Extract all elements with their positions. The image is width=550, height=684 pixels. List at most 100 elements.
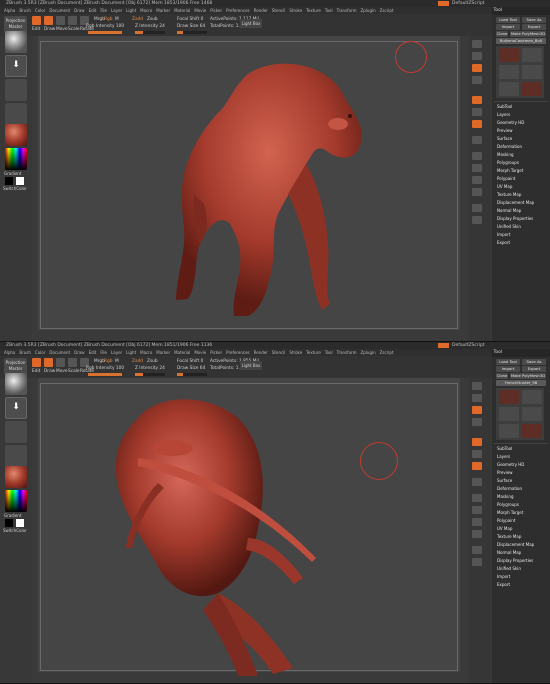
load-tool-button[interactable]: Load Tool [496,359,520,365]
tool-thumb-sphere[interactable] [499,407,519,421]
menu-marker[interactable]: Marker [156,350,170,355]
section-deformation[interactable]: Deformation [497,144,522,149]
section-uv-map[interactable]: UV Map [497,526,512,531]
menu-zplugin[interactable]: Zplugin [361,8,376,13]
draw-button[interactable] [44,358,53,367]
section-subtool[interactable]: SubTool [497,104,512,109]
menu-alpha[interactable]: Alpha [4,350,15,355]
menu-material[interactable]: Material [174,8,190,13]
material-icon[interactable] [5,466,27,488]
focal-shift-label[interactable]: Focal Shift 0 [177,17,203,22]
section-geometry-hd[interactable]: Geometry HD [497,120,524,125]
main-color-swatch[interactable] [16,177,24,185]
focal-shift-label[interactable]: Focal Shift 0 [177,359,203,364]
menu-macro[interactable]: Macro [140,350,152,355]
menu-movie[interactable]: Movie [194,8,206,13]
rgb-intensity-label[interactable]: Rgb Intensity 100 [86,366,124,371]
menu-color[interactable]: Color [35,350,45,355]
menu-color[interactable]: Color [35,8,45,13]
tool-thumb-polymesh[interactable] [522,65,542,79]
make-polymesh-button[interactable]: Make PolyMesh3D [510,373,546,379]
menu-layer[interactable]: Layer [111,8,122,13]
menu-preferences[interactable]: Preferences [226,350,250,355]
tool-thumb-sphere[interactable] [499,65,519,79]
section-masking[interactable]: Masking [497,494,514,499]
z-intensity-label[interactable]: Z Intensity 24 [135,366,165,371]
section-polygroups[interactable]: Polygroups [497,502,519,507]
menu-zplugin[interactable]: Zplugin [361,350,376,355]
edit-button[interactable] [32,16,41,25]
menu-brush[interactable]: Brush [19,350,31,355]
gradient-label[interactable]: Gradient [4,513,21,518]
menu-zscript[interactable]: Zscript [380,8,394,13]
persp-button[interactable] [472,96,482,104]
draw-size-slider[interactable] [177,31,207,34]
move-view-button[interactable] [472,164,482,172]
section-surface[interactable]: Surface [497,136,512,141]
scroll-button[interactable] [472,382,482,390]
menu-marker[interactable]: Marker [156,8,170,13]
section-preview[interactable]: Preview [497,470,513,475]
scroll-button[interactable] [472,40,482,48]
actual-button[interactable] [472,64,482,72]
zoom-button[interactable] [472,52,482,60]
alpha-icon[interactable] [5,79,27,101]
current-tool-selector[interactable]: BullsmoCaveman_Bull [496,38,546,44]
menu-layer[interactable]: Layer [111,350,122,355]
tool-thumb-creature[interactable] [522,424,542,438]
section-normal-map[interactable]: Normal Map [497,550,521,555]
switch-color-label[interactable]: SwitchColor [3,528,27,533]
menu-stencil[interactable]: Stencil [272,350,286,355]
section-import[interactable]: Import [497,232,510,237]
scale-view-button[interactable] [472,518,482,526]
save-as-button[interactable]: Save As [522,17,546,23]
menu-render[interactable]: Render [254,350,268,355]
local-button[interactable] [472,462,482,470]
switch-color-label[interactable]: SwitchColor [3,186,27,191]
color-picker[interactable] [5,490,27,512]
xyz-button[interactable] [472,136,482,144]
section-deformation[interactable]: Deformation [497,486,522,491]
brush-icon[interactable] [5,373,27,395]
move-view-button[interactable] [472,506,482,514]
draw-size-label[interactable]: Draw Size 64 [177,366,205,371]
menu-tool[interactable]: Tool [325,8,333,13]
section-morph-target[interactable]: Morph Target [497,510,523,515]
zsub-toggle[interactable]: Zsub [147,359,158,364]
sculpt-model-creature[interactable] [98,388,388,678]
section-texture-map[interactable]: Texture Map [497,534,521,539]
import-button[interactable]: Import [496,366,520,372]
secondary-color-swatch[interactable] [5,519,13,527]
xyz-button[interactable] [472,478,482,486]
section-layers[interactable]: Layers [497,454,510,459]
actual-button[interactable] [472,406,482,414]
z-intensity-slider[interactable] [135,373,165,376]
zadd-toggle[interactable]: Zadd [132,17,143,22]
menu-movie[interactable]: Movie [194,350,206,355]
export-button[interactable]: Export [522,366,546,372]
z-intensity-label[interactable]: Z Intensity 24 [135,24,165,29]
menu-file[interactable]: File [100,350,107,355]
local-button[interactable] [472,120,482,128]
menu-stencil[interactable]: Stencil [272,8,286,13]
color-picker[interactable] [5,148,27,170]
m-toggle[interactable]: M [115,359,119,364]
tool-thumb-polymesh[interactable] [522,407,542,421]
edit-button[interactable] [32,358,41,367]
rgb-intensity-slider[interactable] [88,31,122,34]
menu-texture[interactable]: Texture [306,350,321,355]
section-surface[interactable]: Surface [497,478,512,483]
tool-thumb-cylinder[interactable] [522,48,542,62]
scale-view-button[interactable] [472,176,482,184]
m-toggle[interactable]: M [115,17,119,22]
zsub-toggle[interactable]: Zsub [147,17,158,22]
rgb-intensity-label[interactable]: Rgb Intensity 100 [86,24,124,29]
section-layers[interactable]: Layers [497,112,510,117]
draw-size-slider[interactable] [177,373,207,376]
section-polypaint[interactable]: Polypaint [497,518,515,523]
tool-thumb-creature[interactable] [522,82,542,96]
tool-thumb-polysphere[interactable] [499,82,519,96]
menu-zscript[interactable]: Zscript [380,350,394,355]
menu-macro[interactable]: Macro [140,8,152,13]
menu-tool[interactable]: Tool [325,350,333,355]
